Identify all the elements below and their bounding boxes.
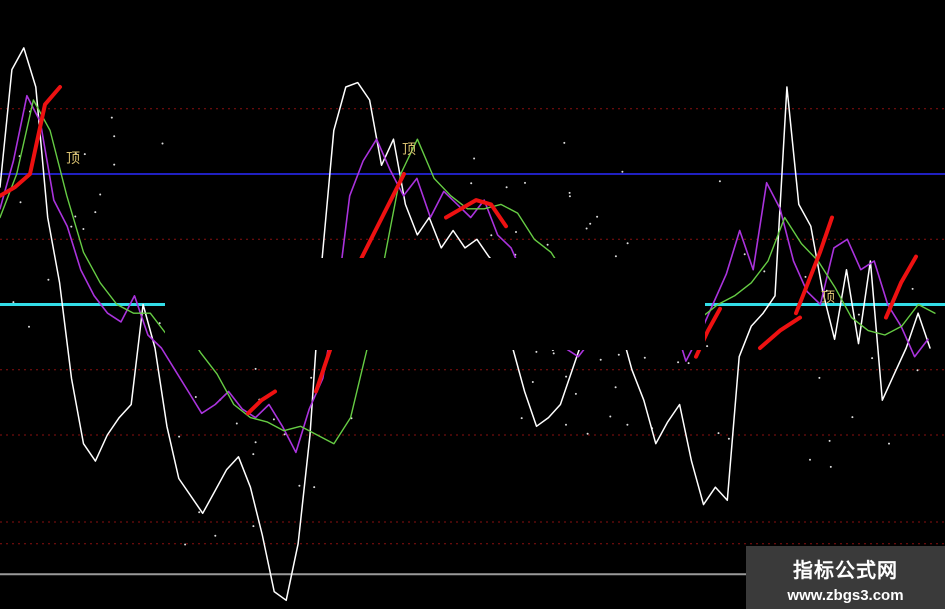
scatter-dot [473,157,476,160]
scatter-dot [70,225,73,228]
watermark-box: 指标公式网 www.zbgs3.com [746,546,945,609]
scatter-dot [828,439,831,442]
scatter-dot [470,182,473,185]
scatter-dot [916,369,919,372]
scatter-dot [313,486,316,489]
scatter-dot [574,392,577,395]
scatter-dot [596,215,599,218]
scatter-dot [585,227,588,230]
scatter-dot [626,242,629,245]
scatter-dot [829,465,832,468]
scatter-dot [535,350,538,353]
scatter-dot [515,231,517,233]
scatter-dot [298,484,301,487]
scatter-dot [99,193,102,196]
scatter-dot [763,270,766,273]
peak-label: 顶 [821,290,835,306]
scatter-dot [818,376,821,379]
scatter-dot [310,376,313,379]
scatter-dot [851,416,854,419]
scatter-dot [178,435,181,438]
scatter-dot [198,511,201,514]
scatter-dot [254,441,257,444]
scatter-dot [589,222,592,225]
scatter-dot [254,367,257,370]
scatter-dot [113,135,116,138]
scatter-dot [614,255,617,258]
scatter-dot [272,418,275,421]
scatter-dot [804,275,807,278]
scatter-dot [194,396,197,398]
scatter-dot [568,195,571,198]
scatter-dot [809,458,811,461]
scatter-dot [857,313,860,316]
watermark-url: www.zbgs3.com [787,587,904,604]
scatter-dot [871,357,874,360]
scatter-dot [113,163,116,166]
scatter-dot [626,423,629,426]
scatter-dot [47,278,50,281]
scatter-dot [546,243,549,246]
scatter-dot [911,287,914,290]
scatter-dot [727,437,730,440]
scatter-dot [565,375,568,378]
peak-label: 顶 [402,142,416,158]
scatter-dot [520,417,523,420]
scatter-dot [12,301,15,304]
series-line [884,254,918,320]
level-lines [0,173,945,576]
scatter-dot [28,325,30,328]
scatter-dot [82,228,85,230]
series-line [444,198,508,229]
scatter-dot [235,422,238,425]
scatter-dot [718,180,721,183]
scatter-dot [184,543,187,546]
scatter-dot [717,432,720,435]
scatter-dot [214,534,217,537]
scatter-dot [706,345,709,348]
indicator-chart: 顶 顶 顶 [0,47,945,602]
scatter-dot [677,361,680,364]
scatter-dot [599,358,602,361]
scatter-dot [74,215,77,218]
scatter-dot [110,116,113,119]
scatter-dot [505,186,508,189]
scatter-dot [83,153,86,156]
watermark-title: 指标公式网 [793,558,898,582]
scatter-dot [687,362,690,365]
scatter-dot [609,415,612,418]
scatter-dot [617,353,620,356]
scatter-dot [643,356,646,359]
scatter-dot [252,453,255,456]
scatter-dot [161,142,164,145]
scatter-dot [563,141,566,144]
scatter-dot [614,386,617,389]
peak-label: 顶 [66,151,80,167]
scatter-dot [283,433,286,436]
scatter-dot [252,525,255,528]
scatter-dot [586,432,589,435]
series-line [758,315,802,350]
scatter-dot [531,381,534,383]
series-line [246,389,277,416]
occluding-black-box [165,258,705,350]
scatter-dot [490,234,493,237]
scatter-dot [743,253,746,256]
scatter-dot [524,181,526,184]
scatter-dot [94,211,97,214]
scatter-dot [621,170,624,173]
scatter-dot [568,191,571,194]
scatter-dot [19,201,22,204]
scatter-dot [552,352,555,355]
scatter-dot [565,423,567,426]
scatter-dot [888,442,890,445]
